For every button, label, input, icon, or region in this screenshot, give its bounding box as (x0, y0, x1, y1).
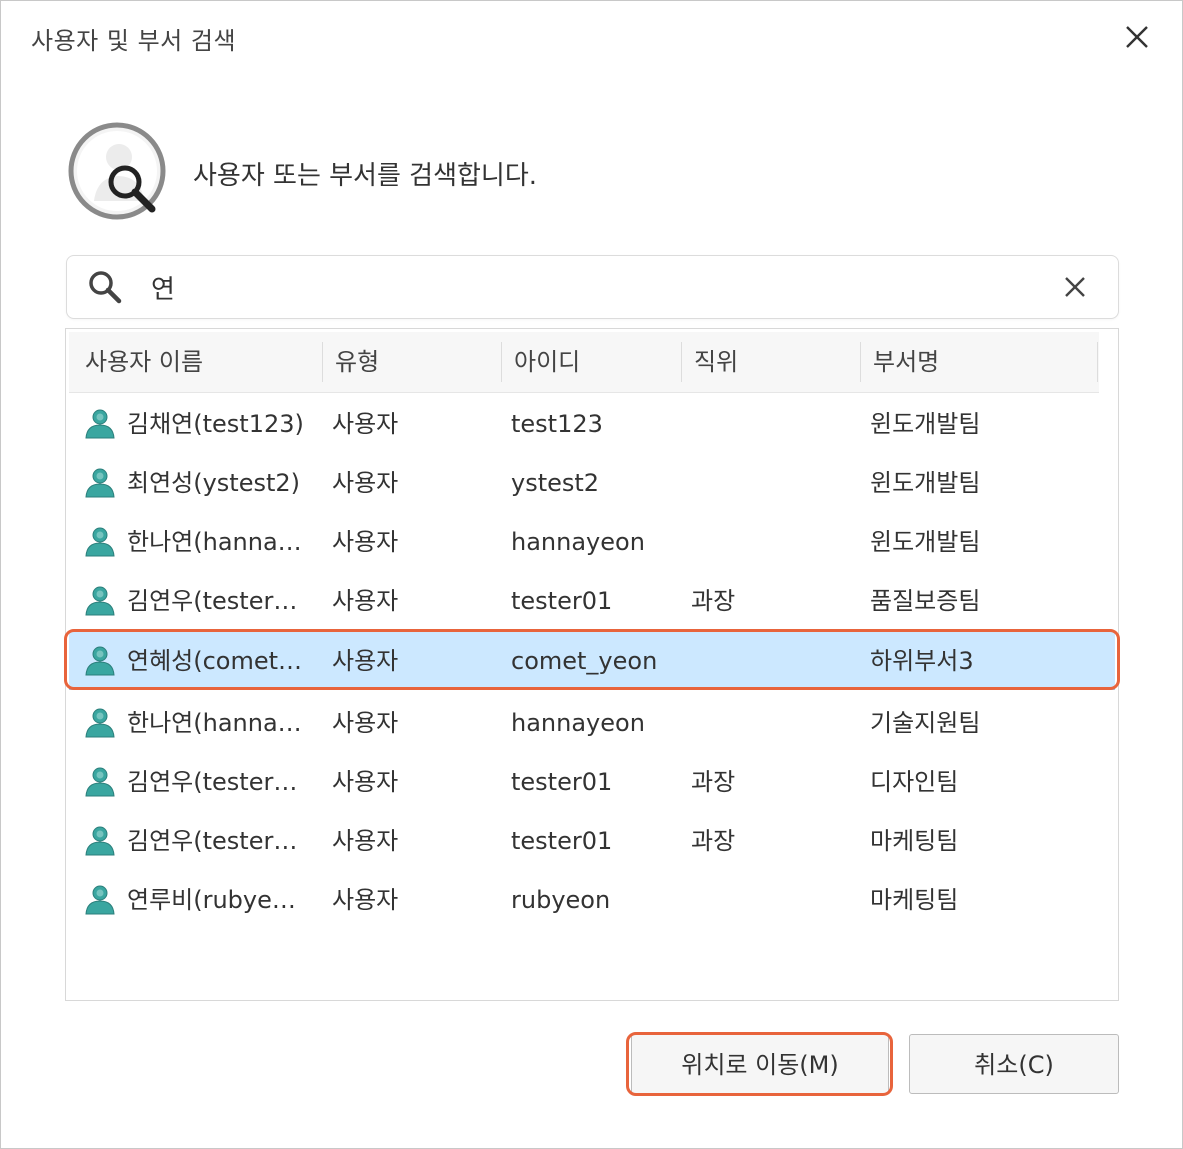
table-row[interactable]: 한나연(hanna… 사용자 hannayeon 윈도개발팀 (69, 513, 1115, 572)
column-separator[interactable] (501, 342, 502, 382)
table-row[interactable]: 김채연(test123) 사용자 test123 윈도개발팀 (69, 395, 1115, 454)
table-row[interactable]: 한나연(hanna… 사용자 hannayeon 기술지원팀 (69, 694, 1115, 753)
dialog-description: 사용자 또는 부서를 검색합니다. (193, 161, 538, 191)
user-icon (85, 885, 115, 915)
search-dialog: 사용자 및 부서 검색 사용자 또는 부서를 검색합니다. 연 사용자 이름 유… (0, 0, 1183, 1149)
user-name-cell: 김연우(tester… (127, 587, 298, 615)
clear-icon (1065, 277, 1085, 297)
dialog-title: 사용자 및 부서 검색 (31, 27, 237, 55)
column-header-position[interactable]: 직위 (694, 332, 738, 392)
move-to-location-button[interactable]: 위치로 이동(M) (631, 1034, 889, 1094)
user-id-cell: test123 (511, 410, 603, 438)
table-row[interactable]: 최연성(ystest2) 사용자 ystest2 윈도개발팀 (69, 454, 1115, 513)
search-icon (87, 269, 123, 305)
user-id-cell: hannayeon (511, 709, 645, 737)
dept-cell: 기술지원팀 (870, 709, 981, 737)
dept-cell: 윈도개발팀 (870, 528, 981, 556)
type-cell: 사용자 (332, 647, 399, 675)
dept-cell: 마케팅팀 (870, 886, 959, 914)
table-row[interactable]: 김연우(tester… 사용자 tester01 과장 품질보증팀 (69, 572, 1115, 631)
dept-cell: 디자인팀 (870, 768, 959, 796)
cancel-button[interactable]: 취소(C) (909, 1034, 1119, 1094)
user-name-cell: 최연성(ystest2) (127, 469, 301, 497)
user-id-cell: hannayeon (511, 528, 645, 556)
user-search-icon (67, 121, 167, 221)
position-cell: 과장 (691, 827, 736, 855)
user-id-cell: tester01 (511, 827, 613, 855)
type-cell: 사용자 (332, 886, 399, 914)
search-input[interactable] (151, 268, 1031, 306)
type-cell: 사용자 (332, 709, 399, 737)
user-name-cell: 김채연(test123) (127, 410, 304, 438)
results-table: 사용자 이름 유형 아이디 직위 부서명 김채연(test123) 사용자 test… (65, 328, 1119, 1001)
user-icon (85, 586, 115, 616)
user-id-cell: tester01 (511, 587, 613, 615)
search-box (66, 255, 1119, 319)
user-name-cell: 연루비(rubye… (127, 886, 296, 914)
column-header-dept[interactable]: 부서명 (873, 332, 939, 392)
column-header-type[interactable]: 유형 (335, 332, 379, 392)
column-separator[interactable] (1097, 342, 1098, 382)
column-separator[interactable] (681, 342, 682, 382)
user-icon (85, 527, 115, 557)
table-row[interactable]: 김연우(tester… 사용자 tester01 과장 디자인팀 (69, 753, 1115, 812)
user-id-cell: ystest2 (511, 469, 600, 497)
column-header-id[interactable]: 아이디 (514, 332, 580, 392)
user-icon (85, 767, 115, 797)
dept-cell: 윈도개발팀 (870, 469, 981, 497)
column-header-name[interactable]: 사용자 이름 (85, 332, 203, 392)
user-id-cell: tester01 (511, 768, 613, 796)
type-cell: 사용자 (332, 410, 399, 438)
user-name-cell: 연혜성(comet… (127, 647, 303, 675)
position-cell: 과장 (691, 768, 736, 796)
user-icon (85, 646, 115, 676)
dept-cell: 품질보증팀 (870, 587, 981, 615)
type-cell: 사용자 (332, 469, 399, 497)
dept-cell: 윈도개발팀 (870, 410, 981, 438)
user-icon (85, 409, 115, 439)
user-name-cell: 김연우(tester… (127, 768, 298, 796)
table-header: 사용자 이름 유형 아이디 직위 부서명 (69, 332, 1099, 393)
type-cell: 사용자 (332, 827, 399, 855)
type-cell: 사용자 (332, 587, 399, 615)
column-separator[interactable] (860, 342, 861, 382)
table-row[interactable]: 연혜성(comet… 사용자 comet_yeon 하위부서3 (69, 632, 1115, 690)
user-name-cell: 한나연(hanna… (127, 528, 302, 556)
type-cell: 사용자 (332, 528, 399, 556)
position-cell: 과장 (691, 587, 736, 615)
table-row[interactable]: 김연우(tester… 사용자 tester01 과장 마케팅팀 (69, 812, 1115, 871)
close-button[interactable] (1117, 17, 1157, 57)
user-id-cell: rubyeon (511, 886, 611, 914)
column-separator[interactable] (322, 342, 323, 382)
user-name-cell: 김연우(tester… (127, 827, 298, 855)
user-id-cell: comet_yeon (511, 647, 658, 675)
table-row[interactable]: 연루비(rubye… 사용자 rubyeon 마케팅팀 (69, 871, 1115, 930)
user-name-cell: 한나연(hanna… (127, 709, 302, 737)
user-icon (85, 708, 115, 738)
user-icon (85, 468, 115, 498)
clear-search-button[interactable] (1057, 269, 1093, 305)
user-icon (85, 826, 115, 856)
type-cell: 사용자 (332, 768, 399, 796)
dept-cell: 마케팅팀 (870, 827, 959, 855)
dept-cell: 하위부서3 (870, 647, 974, 675)
close-icon (1126, 26, 1148, 48)
